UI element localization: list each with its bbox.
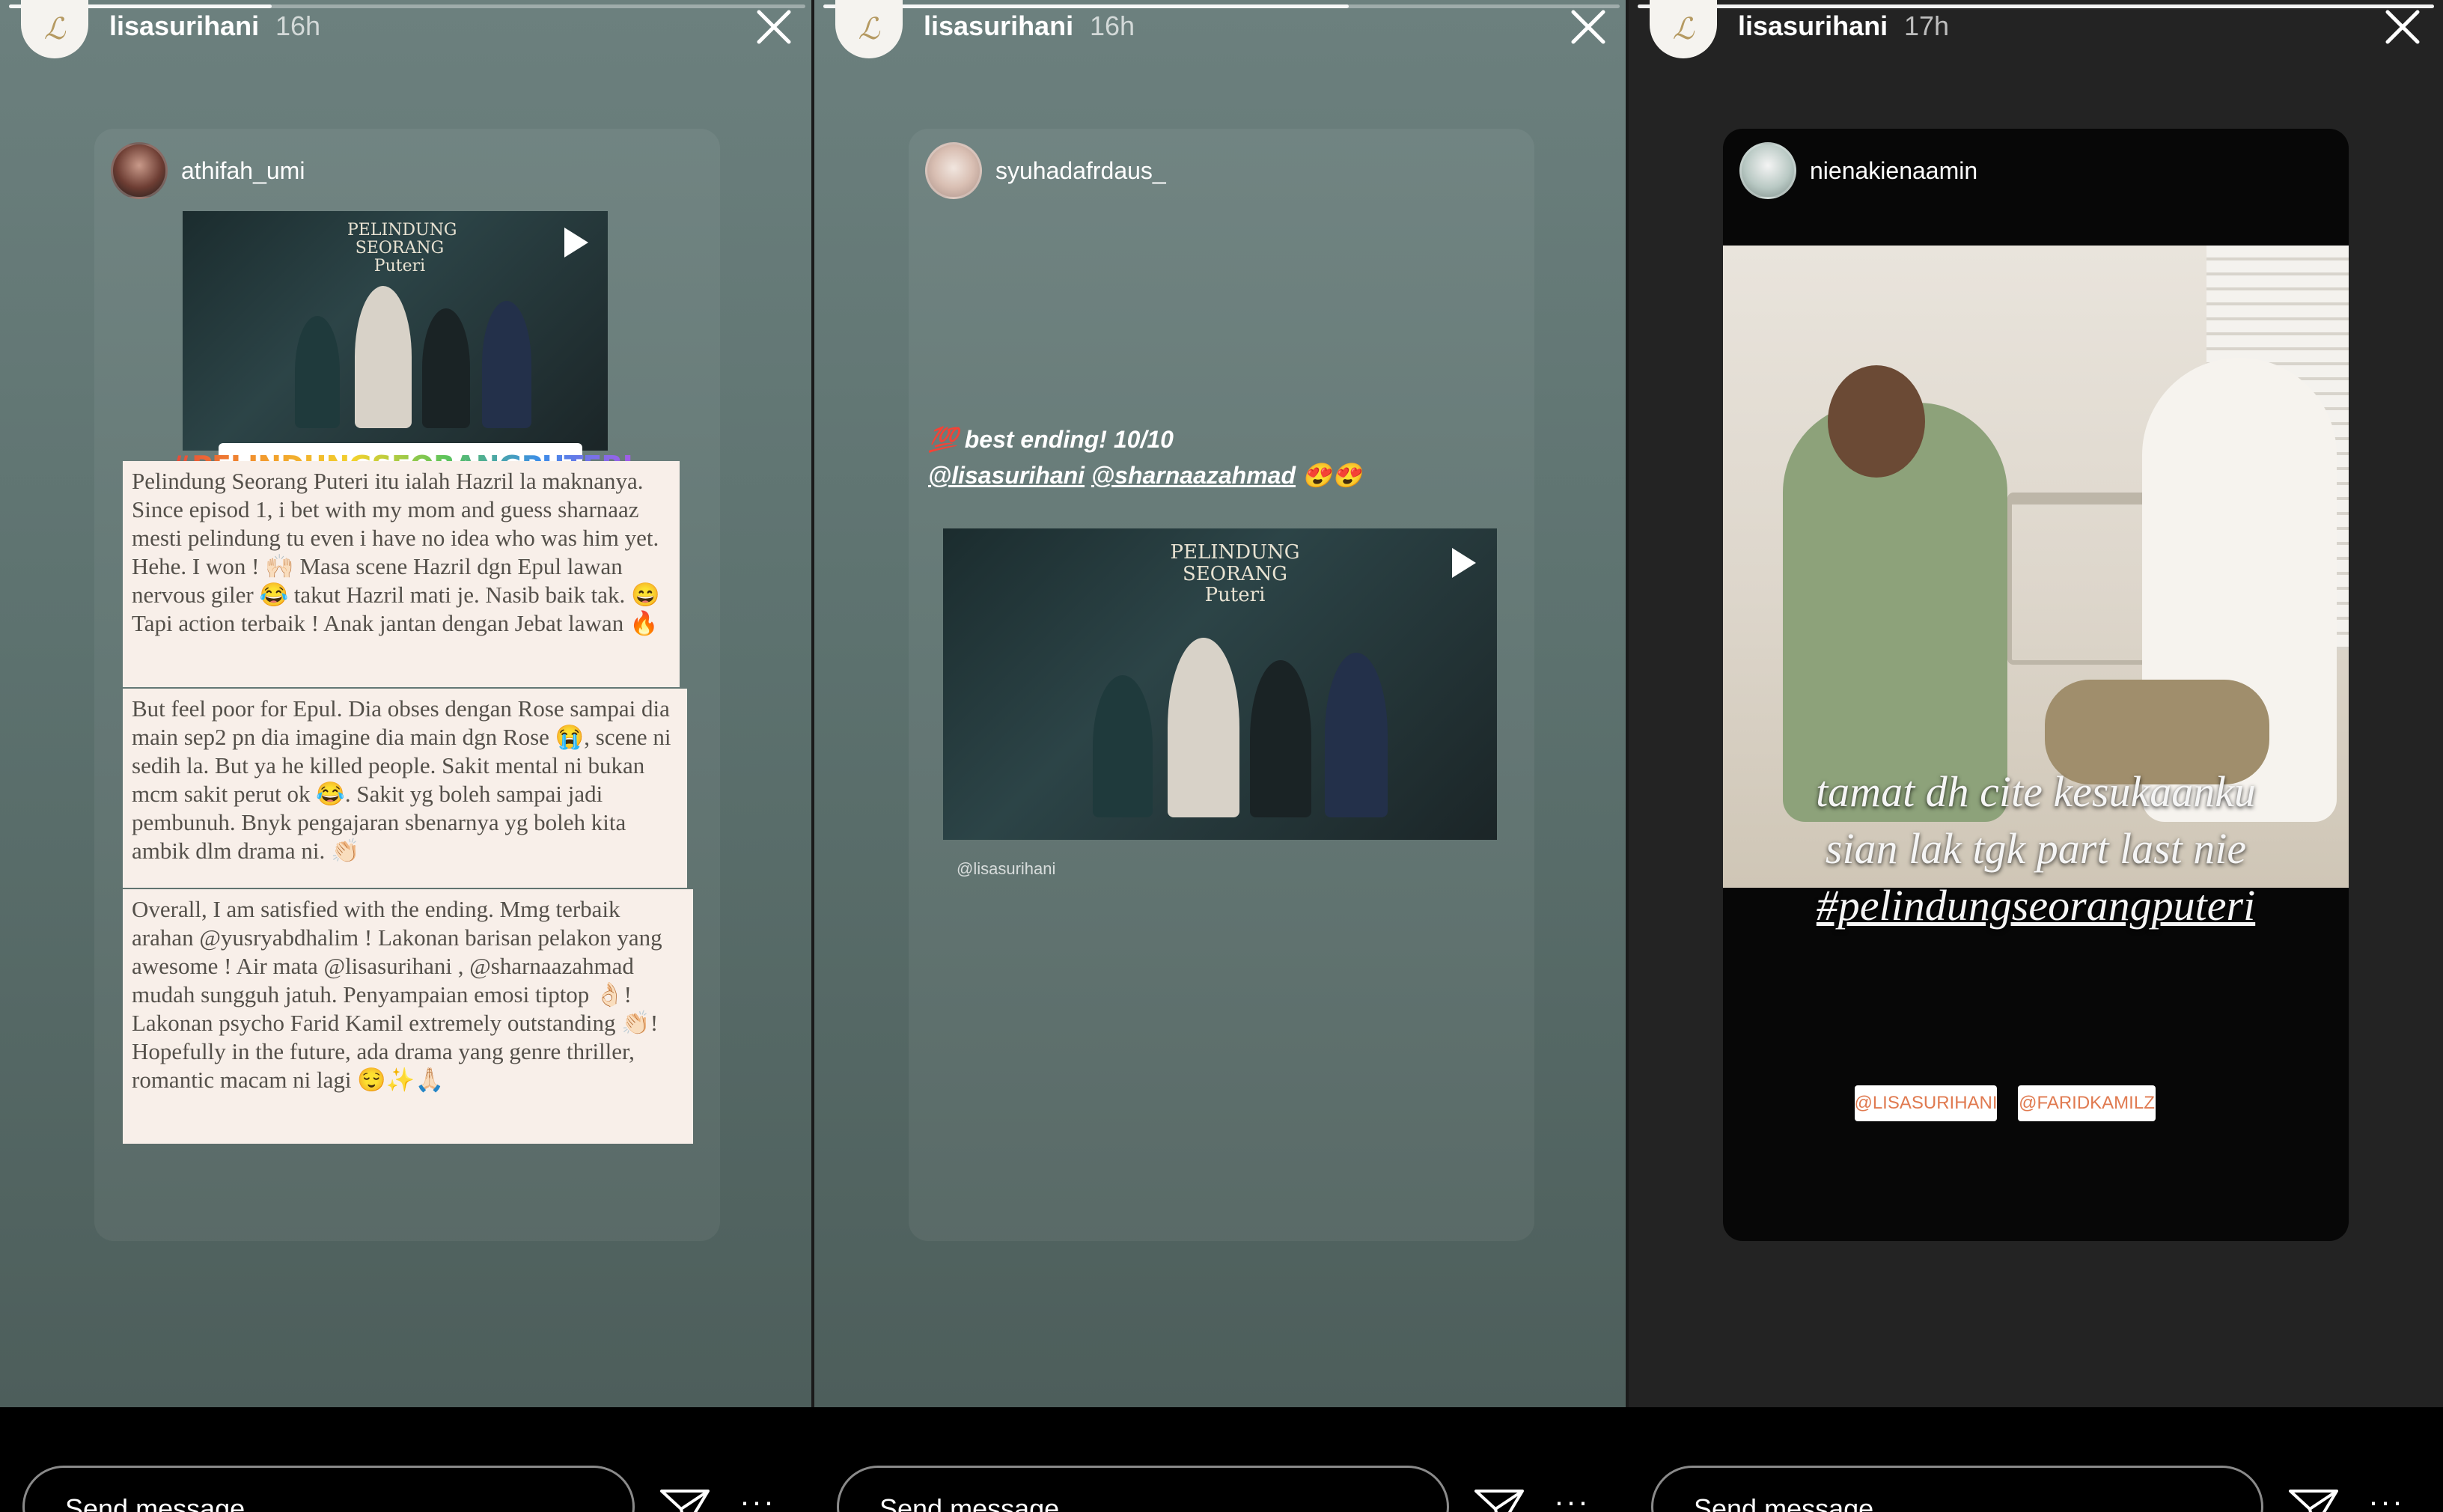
poster-username[interactable]: lisasurihani bbox=[924, 10, 1073, 42]
send-icon[interactable] bbox=[1473, 1487, 1525, 1512]
figure bbox=[355, 286, 412, 428]
reshared-user-avatar[interactable] bbox=[925, 142, 982, 199]
mention-tag[interactable]: @LISASURIHANI bbox=[1854, 1085, 1998, 1121]
close-icon[interactable] bbox=[2382, 6, 2424, 48]
story-progress-bar bbox=[9, 4, 805, 8]
person-man-head bbox=[1828, 365, 1925, 478]
more-icon[interactable]: ··· bbox=[1554, 1486, 1590, 1512]
story-panel-1[interactable]: ℒ lisasurihani 16h athifah_umi PELINDUNG… bbox=[0, 0, 814, 1512]
reshared-user-avatar[interactable] bbox=[1739, 142, 1796, 199]
send-icon[interactable] bbox=[659, 1487, 711, 1512]
reshared-post-card[interactable]: syuhadafrdaus_ 💯 best ending! 10/10 @lis… bbox=[909, 129, 1534, 1241]
poster-logo: ℒ bbox=[1672, 12, 1695, 46]
video-thumbnail[interactable]: PELINDUNG SEORANG Puteri bbox=[943, 528, 1497, 840]
mention-link[interactable]: @sharnaazahmad bbox=[1091, 462, 1296, 489]
story-progress-fill bbox=[1638, 4, 2434, 8]
close-icon[interactable] bbox=[753, 6, 795, 48]
poster-username[interactable]: lisasurihani bbox=[109, 10, 259, 42]
post-time: 16h bbox=[1090, 10, 1135, 41]
poster-username[interactable]: lisasurihani bbox=[1738, 10, 1888, 42]
send-message-input[interactable]: Send message bbox=[1651, 1466, 2263, 1512]
share-credit[interactable]: @lisasurihani bbox=[957, 859, 1055, 879]
story-progress-bar bbox=[823, 4, 1620, 8]
reshared-username[interactable]: athifah_umi bbox=[181, 157, 305, 185]
figure bbox=[1093, 675, 1153, 817]
overlay-text-line-1: tamat dh cite kesukaanku bbox=[1816, 767, 2256, 816]
play-icon[interactable] bbox=[564, 228, 588, 257]
story-panel-2[interactable]: ℒ lisasurihani 16h syuhadafrdaus_ 💯 best… bbox=[814, 0, 1629, 1512]
note-paragraph-1: Pelindung Seorang Puteri itu ialah Hazri… bbox=[123, 461, 680, 687]
send-message-input[interactable]: Send message bbox=[837, 1466, 1449, 1512]
more-icon[interactable]: ··· bbox=[739, 1486, 775, 1512]
story-progress-bar bbox=[1638, 4, 2434, 8]
poster-logo: ℒ bbox=[858, 12, 880, 46]
reshared-post-card[interactable]: athifah_umi PELINDUNG SEORANG Puteri #PE… bbox=[94, 129, 720, 1241]
reshared-username[interactable]: nienakienaamin bbox=[1810, 157, 1977, 185]
post-time: 17h bbox=[1904, 10, 1950, 41]
overlay-hashtag[interactable]: #pelindungseorangputeri bbox=[1723, 877, 2349, 934]
mention-link[interactable]: @lisasurihani bbox=[928, 462, 1085, 489]
video-title-text: PELINDUNG SEORANG Puteri bbox=[347, 221, 457, 276]
figure bbox=[422, 308, 470, 428]
overlay-text-line-2: sian lak tgk part last nie bbox=[1825, 824, 2247, 873]
reshared-user-avatar[interactable] bbox=[111, 142, 168, 199]
send-message-placeholder: Send message bbox=[879, 1493, 1060, 1512]
mention-tag[interactable]: @FARIDKAMILZ bbox=[2018, 1085, 2156, 1121]
caption-emoji: 😍😍 bbox=[1302, 462, 1362, 489]
poster-logo: ℒ bbox=[43, 12, 66, 46]
video-title-text: PELINDUNG SEORANG Puteri bbox=[1170, 541, 1300, 607]
caption-line-1: 💯 best ending! 10/10 bbox=[928, 426, 1174, 453]
play-icon[interactable] bbox=[1452, 548, 1476, 578]
figure bbox=[1325, 653, 1388, 817]
reshared-post-card[interactable]: nienakienaamin tamat dh cite kesukaanku … bbox=[1723, 129, 2349, 1241]
figure bbox=[482, 301, 531, 428]
note-paragraph-2: But feel poor for Epul. Dia obses dengan… bbox=[123, 689, 687, 888]
reshared-username[interactable]: syuhadafrdaus_ bbox=[995, 157, 1166, 185]
send-message-placeholder: Send message bbox=[65, 1493, 245, 1512]
video-thumbnail[interactable]: PELINDUNG SEORANG Puteri bbox=[183, 211, 608, 451]
story-panel-3[interactable]: ℒ lisasurihani 17h nienakienaamin tamat … bbox=[1629, 0, 2443, 1512]
more-icon[interactable]: ··· bbox=[2368, 1486, 2404, 1512]
figure bbox=[295, 316, 340, 428]
note-paragraph-3: Overall, I am satisfied with the ending.… bbox=[123, 889, 693, 1144]
caption-line-2: @lisasurihani @sharnaazahmad 😍😍 bbox=[928, 461, 1362, 490]
send-message-placeholder: Send message bbox=[1694, 1493, 1874, 1512]
send-icon[interactable] bbox=[2287, 1487, 2340, 1512]
post-time: 16h bbox=[275, 10, 321, 41]
close-icon[interactable] bbox=[1567, 6, 1609, 48]
figure bbox=[1250, 660, 1311, 817]
send-message-input[interactable]: Send message bbox=[22, 1466, 635, 1512]
figure bbox=[1168, 638, 1239, 817]
